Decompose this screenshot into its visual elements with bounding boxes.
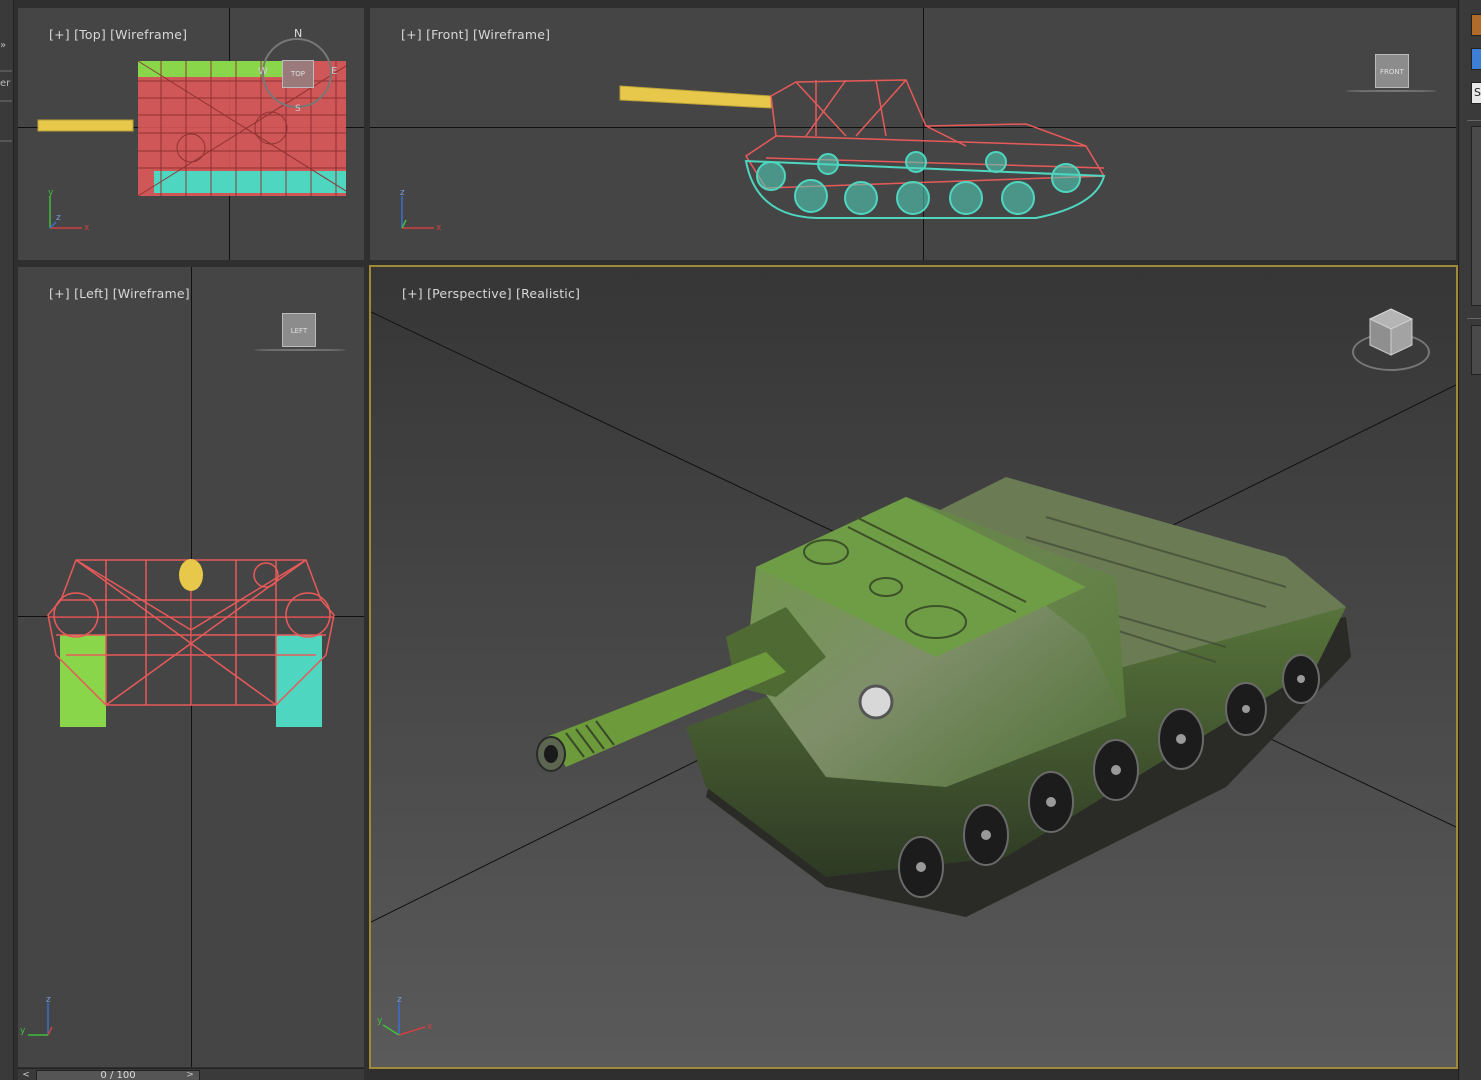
axis-label-z: z	[56, 213, 61, 223]
viewcube-icon[interactable]	[1368, 307, 1414, 359]
rollout-panel[interactable]	[1471, 126, 1481, 306]
axis-tripod-icon: z x	[394, 186, 444, 234]
viewport-menu-button[interactable]: [+]	[49, 286, 70, 301]
axis-tripod-icon: y x z	[42, 186, 92, 234]
axis-label-y: y	[377, 1016, 383, 1026]
viewport-perspective[interactable]: [+] [Perspective] [Realistic] z x y	[369, 265, 1458, 1069]
color-swatch-button[interactable]	[1471, 48, 1481, 70]
viewport-menu-button[interactable]: [+]	[401, 27, 422, 42]
viewport-shading-label[interactable]: [Wireframe]	[113, 286, 190, 301]
viewport-view-label[interactable]: [Front]	[426, 27, 469, 42]
divider	[0, 70, 12, 72]
tank-wireframe-front[interactable]	[616, 76, 1106, 226]
viewcube-left[interactable]: LEFT	[254, 311, 346, 359]
viewport-front[interactable]: [+] [Front] [Wireframe] FRONT z x	[370, 8, 1456, 260]
axis-tripod-icon: z x y	[377, 993, 437, 1043]
compass-east: E	[331, 66, 338, 77]
compass-north: N	[294, 27, 303, 40]
left-toolbar-strip: » er	[0, 0, 14, 1080]
time-slider-thumb[interactable]: 0 / 100	[36, 1070, 200, 1080]
name-field[interactable]: S	[1471, 82, 1481, 104]
command-panel-strip: S	[1458, 0, 1481, 1080]
viewcube-icon[interactable]: FRONT	[1375, 54, 1409, 88]
create-panel-icon[interactable]	[1471, 14, 1481, 36]
axis-label-z: z	[46, 995, 51, 1005]
panel-tab-icon[interactable]: er	[0, 78, 12, 92]
viewport-shading-label[interactable]: [Wireframe]	[110, 27, 187, 42]
viewport-left[interactable]: [+] [Left] [Wireframe] LEFT z y	[18, 267, 364, 1067]
compass-west: W	[258, 66, 268, 77]
viewcube-front[interactable]: FRONT	[1345, 52, 1437, 100]
tank-model-3d[interactable]	[526, 457, 1356, 927]
next-frame-button[interactable]: >	[182, 1069, 198, 1080]
compass-south: S	[295, 104, 301, 114]
axis-label-x: x	[436, 223, 442, 233]
viewport-top[interactable]: [+] [Top] [Wireframe] TOP N S E W y x z	[18, 8, 364, 260]
expand-icon[interactable]: »	[0, 40, 12, 54]
axis-label-y: y	[20, 1026, 26, 1036]
axis-label-z: z	[400, 188, 405, 198]
tank-wireframe-left[interactable]	[46, 555, 338, 735]
viewport-shading-label[interactable]: [Wireframe]	[473, 27, 550, 42]
prev-frame-button[interactable]: <	[18, 1069, 34, 1080]
viewport-label-front[interactable]: [+] [Front] [Wireframe]	[376, 12, 550, 57]
viewport-label-left[interactable]: [+] [Left] [Wireframe]	[24, 271, 190, 316]
axis-label-y: y	[48, 188, 54, 198]
viewcube-icon[interactable]: LEFT	[282, 313, 316, 347]
viewcube-icon[interactable]: TOP	[282, 60, 314, 88]
axis-tripod-icon: z y	[20, 993, 70, 1041]
axis-label-z: z	[397, 995, 402, 1005]
rollout-divider	[1467, 120, 1481, 121]
app-window: » er [+] [Top] [Wireframe] TOP N S E W y…	[0, 0, 1481, 1080]
viewport-view-label[interactable]: [Top]	[74, 27, 106, 42]
viewcube-ring	[254, 349, 346, 351]
rollout-divider	[1467, 318, 1481, 319]
rollout-panel[interactable]	[1471, 325, 1481, 375]
viewcube-compass[interactable]: TOP N S E W	[258, 27, 338, 114]
viewport-menu-button[interactable]: [+]	[49, 27, 70, 42]
viewcube-perspective[interactable]	[1346, 307, 1436, 377]
viewcube-ring	[1345, 90, 1437, 92]
viewport-label-top[interactable]: [+] [Top] [Wireframe]	[24, 12, 187, 57]
axis-label-x: x	[427, 1022, 433, 1032]
divider	[0, 100, 12, 102]
axis-label-x: x	[84, 223, 90, 233]
divider	[0, 140, 12, 142]
viewport-view-label[interactable]: [Left]	[74, 286, 108, 301]
time-slider[interactable]: < 0 / 100 >	[18, 1068, 364, 1080]
